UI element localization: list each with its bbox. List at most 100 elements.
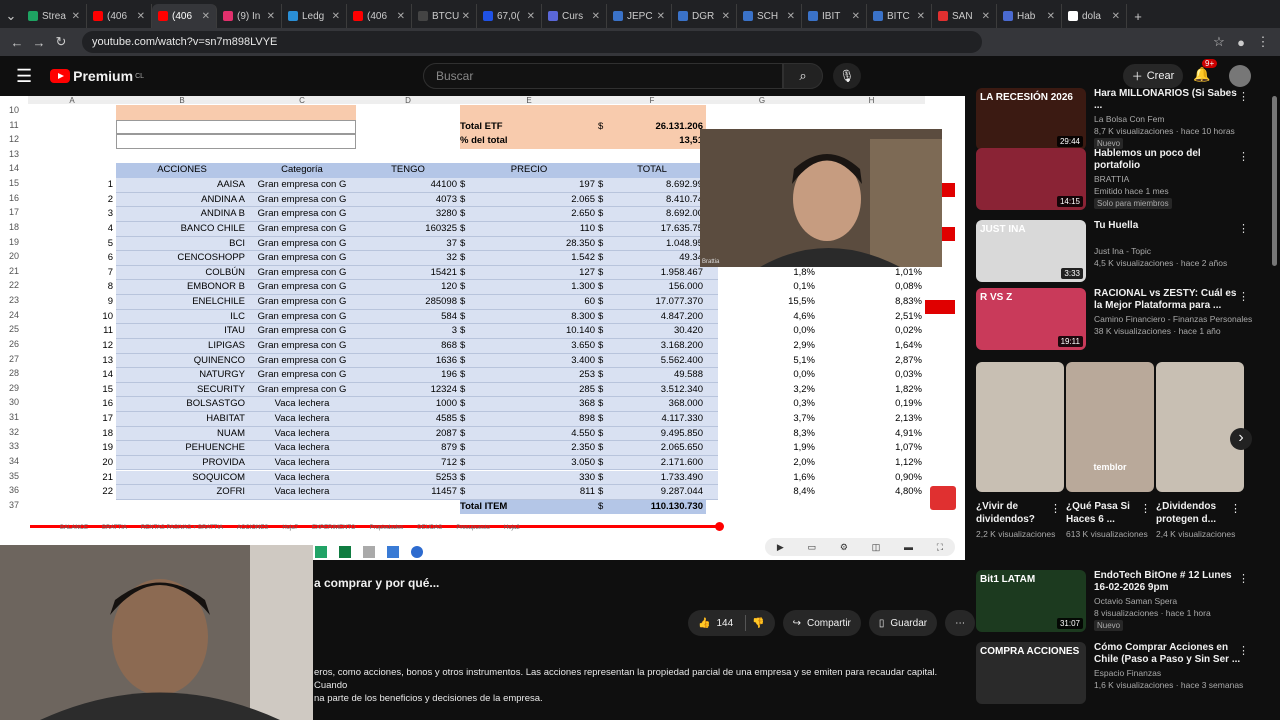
back-icon[interactable]: ←	[6, 35, 28, 50]
close-icon[interactable]: ✕	[1047, 11, 1055, 22]
sheet-tab[interactable]: Propiedades	[370, 525, 404, 533]
short-thumbnail[interactable]	[1156, 362, 1244, 492]
more-options-icon[interactable]: ⋮	[1230, 502, 1241, 515]
microphone-icon[interactable]: 🎙	[833, 63, 861, 89]
close-icon[interactable]: ✕	[657, 11, 665, 22]
more-options-icon[interactable]: ⋮	[1238, 572, 1249, 585]
browser-tab[interactable]: Hab ✕	[997, 4, 1062, 28]
recommended-video[interactable]: Bit1 LATAM 31:07 EndoTech BitOne # 12 Lune…	[976, 570, 1272, 636]
notifications-bell-icon[interactable]: 🔔	[1193, 66, 1210, 83]
close-icon[interactable]: ✕	[397, 11, 405, 22]
recommended-video[interactable]: R VS Z 19:11 RACIONAL vs ZESTY: Cuál es la…	[976, 288, 1272, 354]
sheet-tab[interactable]: BALANCE	[60, 525, 88, 533]
close-icon[interactable]: ✕	[527, 11, 535, 22]
create-button[interactable]: ＋ Crear	[1123, 64, 1183, 88]
close-icon[interactable]: ✕	[137, 11, 145, 22]
more-options-icon[interactable]: ⋮	[1140, 502, 1151, 515]
more-options-icon[interactable]: ⋮	[1238, 150, 1249, 163]
fullscreen-icon[interactable]: ⛶	[937, 542, 943, 553]
browser-tab[interactable]: (9) In ✕	[217, 4, 282, 28]
short-thumbnail[interactable]	[976, 362, 1064, 492]
close-icon[interactable]: ✕	[332, 11, 340, 22]
share-button[interactable]: ↪ Compartir	[782, 610, 861, 636]
channel-name[interactable]: Just Ina - Topic	[1094, 246, 1151, 256]
close-icon[interactable]: ✕	[1112, 11, 1120, 22]
scrollbar[interactable]	[1272, 96, 1277, 266]
close-icon[interactable]: ✕	[72, 11, 80, 22]
video-thumbnail[interactable]: JUST INA 3:33	[976, 220, 1086, 282]
browser-tab[interactable]: (406 ✕	[87, 4, 152, 28]
browser-tab[interactable]: (406 ✕	[347, 4, 412, 28]
short-thumbnail[interactable]: temblor	[1066, 362, 1154, 492]
video-thumbnail[interactable]: LA RECESIÓN 2026 29:44	[976, 88, 1086, 150]
close-icon[interactable]: ✕	[267, 11, 275, 22]
channel-name[interactable]: Octavio Saman Spera	[1094, 596, 1177, 606]
new-tab-icon[interactable]: +	[1127, 9, 1149, 24]
video-thumbnail[interactable]: COMPRA ACCIONES	[976, 642, 1086, 704]
sheet-tab[interactable]: BRATTIA	[102, 525, 127, 533]
recommended-video[interactable]: LA RECESIÓN 2026 29:44 Hara MILLONARIOS (S…	[976, 88, 1272, 154]
browser-menu-icon[interactable]: ⋮	[1252, 34, 1274, 50]
channel-name[interactable]: La Bolsa Con Fem	[1094, 114, 1164, 124]
browser-tab[interactable]: dola ✕	[1062, 4, 1127, 28]
sheet-tab[interactable]: ACCIONES	[237, 525, 268, 533]
short-video[interactable]: temblor ¿Qué Pasa Si Haces 6 ... 613 K vis…	[1066, 362, 1154, 539]
short-video[interactable]: ¿Dividendos protegen d... 2,4 K visualiza…	[1156, 362, 1244, 539]
video-thumbnail[interactable]: 14:15	[976, 148, 1086, 210]
channel-name[interactable]: BRATTIA	[1094, 174, 1129, 184]
browser-tab[interactable]: BITC ✕	[867, 4, 932, 28]
sheet-tab[interactable]: DEUDAS	[417, 525, 442, 533]
close-icon[interactable]: ✕	[917, 11, 925, 22]
search-icon[interactable]: ⌕	[783, 63, 823, 89]
video-description[interactable]: eros, como acciones, bonos y otros instr…	[314, 666, 964, 705]
close-icon[interactable]: ✕	[722, 11, 730, 22]
search-input[interactable]: Buscar	[423, 63, 783, 89]
browser-tab[interactable]: JEPC ✕	[607, 4, 672, 28]
settings-icon[interactable]: ⚙	[840, 542, 848, 553]
sheet-tab[interactable]: Presupuesto	[456, 525, 490, 533]
channel-name[interactable]: Espacio Finanzas	[1094, 668, 1161, 678]
more-options-icon[interactable]: ⋮	[1238, 222, 1249, 235]
recommended-video[interactable]: 14:15 Hablemos un poco del portafolio BRAT…	[976, 148, 1272, 214]
more-options-icon[interactable]: ⋮	[1238, 90, 1249, 103]
more-options-icon[interactable]: ⋮	[1238, 644, 1249, 657]
browser-tab[interactable]: 67,0(✕	[477, 4, 542, 28]
profile-icon[interactable]: ●	[1230, 35, 1252, 50]
next-arrow-icon[interactable]: ›	[1230, 428, 1252, 450]
close-icon[interactable]: ✕	[202, 11, 210, 22]
video-thumbnail[interactable]: R VS Z 19:11	[976, 288, 1086, 350]
thumbs-down-icon[interactable]: 👎	[752, 618, 764, 629]
video-player[interactable]: A B C D E F G H 10 11 Total ETF $26.131.206 12% del …	[0, 96, 965, 560]
miniplayer-icon[interactable]: ◫	[872, 542, 881, 553]
bookmark-star-icon[interactable]: ☆	[1208, 34, 1230, 50]
sheet-tab[interactable]: Hoja7	[282, 525, 298, 533]
close-icon[interactable]: ✕	[982, 11, 990, 22]
sheet-tab[interactable]: Hoja2	[504, 525, 520, 533]
forward-icon[interactable]: →	[28, 35, 50, 50]
browser-tab[interactable]: Strea ✕	[22, 4, 87, 28]
short-video[interactable]: ¿Vivir de dividendos? 2,2 K visualizacion…	[976, 362, 1064, 539]
sheet-tab[interactable]: EXPERIMENTO	[312, 525, 356, 533]
youtube-logo[interactable]: Premium CL	[50, 68, 144, 84]
browser-tab[interactable]: IBIT ✕	[802, 4, 867, 28]
browser-tab[interactable]: Curs ✕	[542, 4, 607, 28]
video-thumbnail[interactable]: Bit1 LATAM 31:07	[976, 570, 1086, 632]
hamburger-menu-icon[interactable]: ☰	[16, 66, 32, 87]
tab-search-icon[interactable]: ⌄	[0, 8, 22, 24]
recommended-video[interactable]: JUST INA 3:33 Tu Huella Just Ina - Topic 4,5…	[976, 220, 1272, 286]
more-options-icon[interactable]: ⋮	[1050, 502, 1061, 515]
theater-icon[interactable]: ▬	[904, 542, 913, 552]
url-field[interactable]: youtube.com/watch?v=sn7m898LVYE	[82, 31, 982, 53]
browser-tab[interactable]: DGR ✕	[672, 4, 737, 28]
save-button[interactable]: ▯ Guardar	[868, 610, 938, 636]
subtitles-icon[interactable]: ▭	[808, 542, 817, 553]
close-icon[interactable]: ✕	[787, 11, 795, 22]
reload-icon[interactable]: ↻	[50, 34, 72, 50]
browser-tab[interactable]: (406 ✕	[152, 4, 217, 28]
browser-tab[interactable]: SAN ✕	[932, 4, 997, 28]
recommended-video[interactable]: COMPRA ACCIONES Cómo Comprar Acciones en …	[976, 642, 1272, 708]
browser-tab[interactable]: SCH ✕	[737, 4, 802, 28]
more-options-icon[interactable]: ⋮	[1238, 290, 1249, 303]
like-button[interactable]: 👍 144 👎	[688, 610, 775, 636]
close-icon[interactable]: ✕	[592, 11, 600, 22]
